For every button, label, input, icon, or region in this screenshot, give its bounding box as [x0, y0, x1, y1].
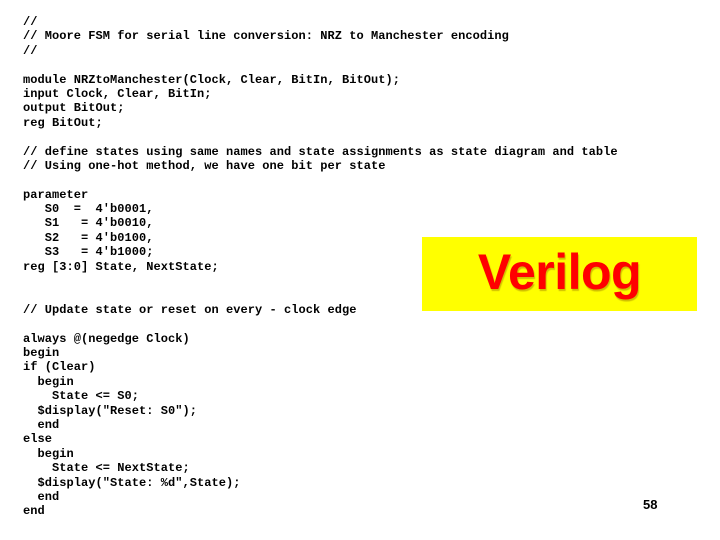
page-number: 58 — [643, 497, 658, 512]
code-line: State <= S0; — [23, 389, 140, 404]
verilog-label: Verilog — [477, 244, 642, 300]
code-line: parameter — [23, 187, 89, 202]
code-line: // Moore FSM for serial line conversion:… — [23, 29, 509, 44]
code-line: // — [23, 43, 38, 58]
code-line: // Using one-hot method, we have one bit… — [23, 158, 386, 173]
code-line: end — [23, 417, 60, 432]
code-line: always @(negedge Clock) — [23, 331, 190, 346]
code-line: S1 = 4'b0010, — [23, 216, 154, 231]
code-line: $display("Reset: S0"); — [23, 403, 198, 418]
code-line: if (Clear) — [23, 360, 96, 375]
code-line: begin — [23, 446, 74, 461]
code-line: begin — [23, 345, 60, 360]
code-line: end — [23, 489, 60, 504]
slide: //// Moore FSM for serial line conversio… — [0, 0, 720, 540]
code-line: input Clock, Clear, BitIn; — [23, 86, 212, 101]
code-line: $display("State: %d",State); — [23, 475, 241, 490]
code-line: reg BitOut; — [23, 115, 103, 130]
code-line: output BitOut; — [23, 101, 125, 116]
code-line: begin — [23, 374, 74, 389]
code-line: State <= NextState; — [23, 461, 190, 476]
code-line: S0 = 4'b0001, — [23, 202, 154, 217]
code-line: else — [23, 432, 53, 447]
code-line: module NRZtoManchester(Clock, Clear, Bit… — [23, 72, 401, 87]
code-line: // — [23, 15, 38, 29]
code-line: // define states using same names and st… — [23, 144, 618, 159]
verilog-label-box: Verilog — [422, 237, 697, 311]
code-line: end — [23, 504, 45, 519]
